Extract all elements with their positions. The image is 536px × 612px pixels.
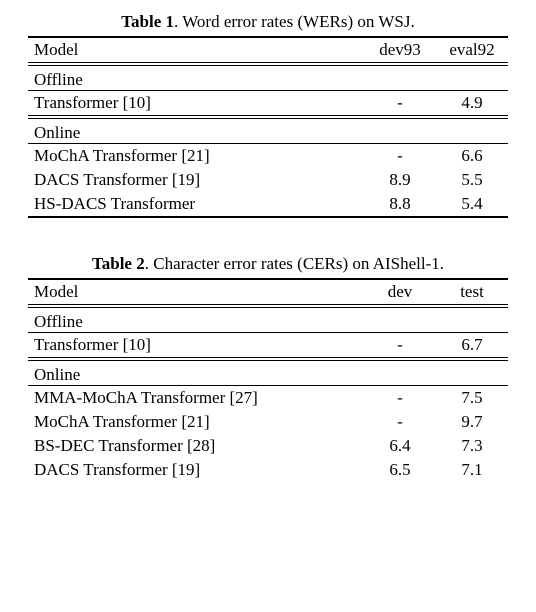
value-cell: 7.5 [436, 386, 508, 411]
value-cell: 5.5 [436, 168, 508, 192]
value-cell: 7.3 [436, 434, 508, 458]
table-row: MoChA Transformer [21] - 6.6 [28, 144, 508, 169]
table-row: DACS Transformer [19] 8.9 5.5 [28, 168, 508, 192]
table2-header-row: Model dev test [28, 279, 508, 305]
table2-caption: Table 2. Character error rates (CERs) on… [28, 254, 508, 274]
model-cell: MMA-MoChA Transformer [27] [28, 386, 364, 411]
table1-label: Table 1 [121, 12, 174, 31]
value-cell: - [364, 386, 436, 411]
value-cell: 6.6 [436, 144, 508, 169]
value-cell: 8.9 [364, 168, 436, 192]
value-cell: 7.1 [436, 458, 508, 482]
table-row: HS-DACS Transformer 8.8 5.4 [28, 192, 508, 217]
value-cell: 6.5 [364, 458, 436, 482]
value-cell: 4.9 [436, 91, 508, 116]
value-cell: 8.8 [364, 192, 436, 217]
table1-header-model: Model [28, 37, 364, 63]
model-cell: DACS Transformer [19] [28, 168, 364, 192]
table2-header-c1: dev [364, 279, 436, 305]
table2-online-label: Online [28, 361, 508, 386]
model-cell: Transformer [10] [28, 333, 364, 358]
table2-header-model: Model [28, 279, 364, 305]
table-row: Transformer [10] - 4.9 [28, 91, 508, 116]
table2-header-c2: test [436, 279, 508, 305]
table1-online-label: Online [28, 119, 508, 144]
table2-online-section: Online [28, 361, 508, 386]
table1-online-section: Online [28, 119, 508, 144]
table2-table: Model dev test Offline Transformer [10] … [28, 278, 508, 482]
table1-offline-section: Offline [28, 66, 508, 91]
model-cell: Transformer [10] [28, 91, 364, 116]
table2-offline-label: Offline [28, 308, 508, 333]
value-cell: - [364, 333, 436, 358]
value-cell: - [364, 410, 436, 434]
table2-caption-text: . Character error rates (CERs) on AIShel… [145, 254, 444, 273]
table-row: BS-DEC Transformer [28] 6.4 7.3 [28, 434, 508, 458]
table2: Table 2. Character error rates (CERs) on… [28, 254, 508, 482]
table-row: MMA-MoChA Transformer [27] - 7.5 [28, 386, 508, 411]
table1-header-c1: dev93 [364, 37, 436, 63]
value-cell: 5.4 [436, 192, 508, 217]
table1-caption: Table 1. Word error rates (WERs) on WSJ. [28, 12, 508, 32]
table1: Table 1. Word error rates (WERs) on WSJ.… [28, 12, 508, 218]
table-row: MoChA Transformer [21] - 9.7 [28, 410, 508, 434]
value-cell: 6.7 [436, 333, 508, 358]
table-row: DACS Transformer [19] 6.5 7.1 [28, 458, 508, 482]
value-cell: 6.4 [364, 434, 436, 458]
model-cell: MoChA Transformer [21] [28, 144, 364, 169]
table1-table: Model dev93 eval92 Offline Transformer [… [28, 36, 508, 218]
model-cell: DACS Transformer [19] [28, 458, 364, 482]
table2-offline-section: Offline [28, 308, 508, 333]
table2-label: Table 2 [92, 254, 145, 273]
value-cell: - [364, 144, 436, 169]
table1-header-row: Model dev93 eval92 [28, 37, 508, 63]
value-cell: - [364, 91, 436, 116]
value-cell: 9.7 [436, 410, 508, 434]
table1-caption-text: . Word error rates (WERs) on WSJ. [174, 12, 415, 31]
table1-header-c2: eval92 [436, 37, 508, 63]
table1-offline-label: Offline [28, 66, 508, 91]
model-cell: MoChA Transformer [21] [28, 410, 364, 434]
table-row: Transformer [10] - 6.7 [28, 333, 508, 358]
model-cell: HS-DACS Transformer [28, 192, 364, 217]
model-cell: BS-DEC Transformer [28] [28, 434, 364, 458]
